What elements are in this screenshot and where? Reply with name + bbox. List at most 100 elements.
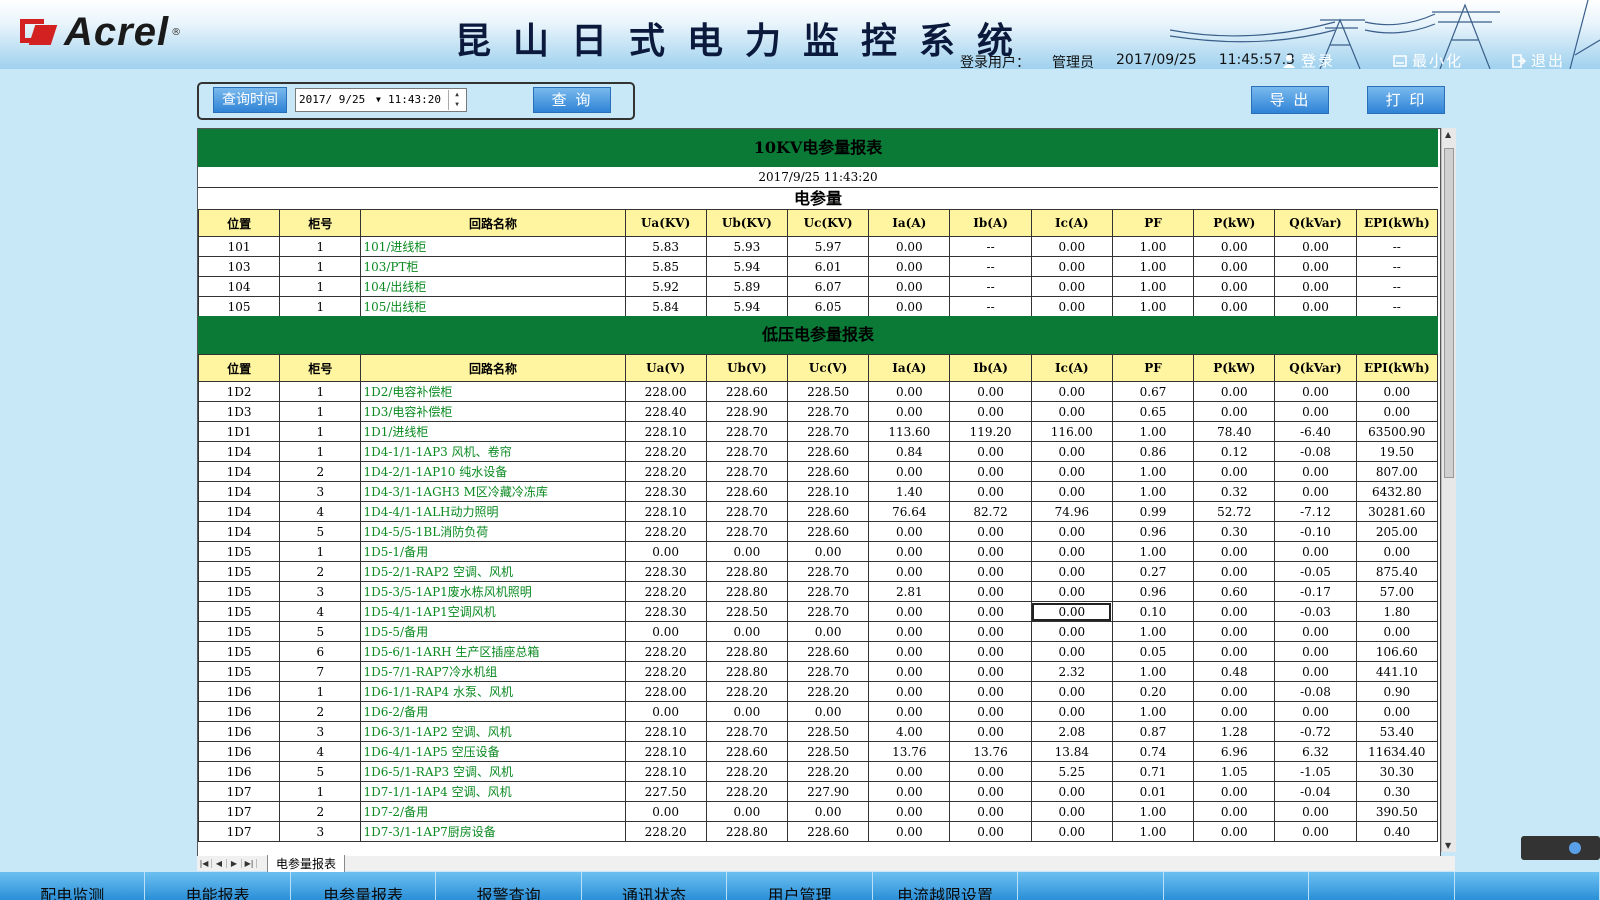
table-cell[interactable]: 0.30 (1355, 781, 1439, 802)
table-cell[interactable]: 228.70 (786, 421, 870, 442)
table-cell[interactable]: 0.00 (786, 541, 870, 562)
table-cell[interactable]: 0.00 (1193, 621, 1276, 642)
table-row[interactable]: 104 1 104/出线柜 5.92 5.89 6.07 0.00 -- 0.00 1.00 0.0… (198, 276, 1439, 297)
table-cell[interactable]: 228.60 (786, 441, 870, 462)
circuit-name-cell[interactable]: 1D7-2/备用 (360, 801, 626, 822)
sheet-tab[interactable]: 电参量报表 (267, 854, 346, 873)
circuit-name-cell[interactable]: 1D5-1/备用 (360, 541, 626, 562)
table-cell[interactable]: 6.01 (786, 256, 870, 277)
table-cell[interactable]: 228.10 (624, 501, 707, 522)
table-cell[interactable]: 0.96 (1111, 581, 1195, 602)
table-cell[interactable]: 5.92 (624, 276, 707, 297)
table-cell[interactable]: 1D6 (198, 721, 281, 742)
table-cell[interactable]: 228.20 (624, 821, 707, 842)
table-cell[interactable]: 228.10 (624, 741, 707, 762)
table-cell[interactable]: 1D3 (198, 401, 281, 422)
table-cell[interactable]: 0.00 (1274, 481, 1357, 502)
table-cell[interactable]: 4 (279, 741, 362, 762)
table-cell[interactable]: 0.00 (1193, 781, 1276, 802)
table-cell[interactable]: 13.84 (1030, 741, 1113, 762)
table-cell[interactable]: 0.00 (949, 761, 1032, 782)
table-cell[interactable]: 0.00 (1193, 276, 1276, 297)
table-cell[interactable]: 1.00 (1111, 801, 1195, 822)
table-cell[interactable]: 0.00 (1030, 521, 1113, 542)
table-cell[interactable]: 0.00 (949, 441, 1032, 462)
circuit-name-cell[interactable]: 1D4-3/1-1AGH3 M区冷藏冷冻库 (360, 481, 626, 502)
table-cell[interactable]: 0.12 (1193, 441, 1276, 462)
table-cell[interactable]: 1D6 (198, 741, 281, 762)
table-cell[interactable]: 0.00 (1274, 641, 1357, 662)
circuit-name-cell[interactable]: 1D4-2/1-1AP10 纯水设备 (360, 461, 626, 482)
table-cell[interactable]: 228.10 (786, 481, 870, 502)
table-cell[interactable]: 1D4 (198, 461, 281, 482)
table-cell[interactable]: 0.00 (949, 701, 1032, 722)
table-cell[interactable]: 0.00 (1030, 256, 1113, 277)
table-cell[interactable]: 1.00 (1111, 701, 1195, 722)
table-cell[interactable]: 228.10 (624, 421, 707, 442)
table-cell[interactable]: 1D2 (198, 381, 281, 402)
table-cell[interactable]: -- (1355, 256, 1439, 277)
circuit-name-cell[interactable]: 1D1/进线柜 (360, 421, 626, 442)
table-cell[interactable]: 1.28 (1193, 721, 1276, 742)
table-cell[interactable]: 0.00 (1030, 701, 1113, 722)
table-cell[interactable]: 5.84 (624, 296, 707, 317)
table-cell[interactable]: 1.00 (1111, 821, 1195, 842)
circuit-name-cell[interactable]: 1D4-1/1-1AP3 风机、卷帘 (360, 441, 626, 462)
table-cell[interactable]: 228.60 (786, 521, 870, 542)
table-cell[interactable]: 0.00 (1274, 401, 1357, 422)
circuit-name-cell[interactable]: 1D5-5/备用 (360, 621, 626, 642)
table-cell[interactable]: -0.10 (1274, 521, 1357, 542)
table-cell[interactable]: 1 (279, 256, 362, 277)
circuit-name-cell[interactable]: 1D6-4/1-1AP5 空压设备 (360, 741, 626, 762)
table-row[interactable]: 1D7 3 1D7-3/1-1AP7厨房设备 228.20 228.80 228.60 0.… (198, 821, 1439, 842)
table-cell[interactable]: 104 (198, 276, 281, 297)
table-cell[interactable]: 5 (279, 621, 362, 642)
table-cell[interactable]: 2 (279, 701, 362, 722)
table-cell[interactable]: 116.00 (1030, 421, 1113, 442)
table-cell[interactable]: -0.05 (1274, 561, 1357, 582)
table-cell[interactable]: 1D4 (198, 481, 281, 502)
table-cell[interactable]: 2.08 (1030, 721, 1113, 742)
table-cell[interactable]: 1.00 (1111, 461, 1195, 482)
table-cell[interactable]: 1.00 (1111, 276, 1195, 297)
table-cell[interactable]: 441.10 (1355, 661, 1439, 682)
table-cell[interactable]: 52.72 (1193, 501, 1276, 522)
table-row[interactable]: 1D5 3 1D5-3/5-1AP1废水栋风机照明 228.20 228.80 228.7… (198, 581, 1439, 602)
table-cell[interactable]: 1D7 (198, 801, 281, 822)
table-cell[interactable]: 228.10 (624, 761, 707, 782)
table-cell[interactable]: 3 (279, 581, 362, 602)
table-cell[interactable]: 0.00 (786, 701, 870, 722)
table-cell[interactable]: 5 (279, 521, 362, 542)
table-cell[interactable]: 228.70 (786, 581, 870, 602)
table-row[interactable]: 1D5 1 1D5-1/备用 0.00 0.00 0.00 0.00 0.00 0.00 1.00… (198, 541, 1439, 562)
table-cell[interactable]: 228.30 (624, 561, 707, 582)
table-cell[interactable]: 0.00 (624, 801, 707, 822)
table-cell[interactable]: 0.86 (1111, 441, 1195, 462)
table-row[interactable]: 1D7 2 1D7-2/备用 0.00 0.00 0.00 0.00 0.00 0.00 1.00… (198, 801, 1439, 822)
table-cell[interactable]: 228.20 (705, 781, 788, 802)
table-cell[interactable]: 228.60 (705, 381, 788, 402)
circuit-name-cell[interactable]: 1D6-5/1-RAP3 空调、风机 (360, 761, 626, 782)
table-cell[interactable]: 228.70 (705, 721, 788, 742)
table-cell[interactable]: 1D1 (198, 421, 281, 442)
table-cell[interactable]: 0.00 (786, 621, 870, 642)
table-cell[interactable]: 1.00 (1111, 421, 1195, 442)
table-cell[interactable]: 0.00 (1030, 621, 1113, 642)
table-cell[interactable]: -0.08 (1274, 681, 1357, 702)
table-cell[interactable]: 228.60 (786, 501, 870, 522)
table-cell[interactable]: 0.00 (868, 461, 951, 482)
circuit-name-cell[interactable]: 1D5-7/1-RAP7冷水机组 (360, 661, 626, 682)
table-cell[interactable]: -- (949, 276, 1032, 297)
table-cell[interactable]: -7.12 (1274, 501, 1357, 522)
table-row[interactable]: 1D4 2 1D4-2/1-1AP10 纯水设备 228.20 228.70 228.60… (198, 461, 1439, 482)
table-cell[interactable]: 0.00 (1030, 641, 1113, 662)
table-cell[interactable]: 1D6 (198, 701, 281, 722)
circuit-name-cell[interactable]: 103/PT柜 (360, 256, 626, 277)
table-cell[interactable]: 228.40 (624, 401, 707, 422)
table-cell[interactable]: 0.00 (949, 581, 1032, 602)
table-cell[interactable]: 1 (279, 276, 362, 297)
table-cell[interactable]: 6.96 (1193, 741, 1276, 762)
table-cell[interactable]: 0.00 (1030, 561, 1113, 582)
table-cell[interactable]: 0.00 (1274, 256, 1357, 277)
table-cell[interactable]: 5.85 (624, 256, 707, 277)
